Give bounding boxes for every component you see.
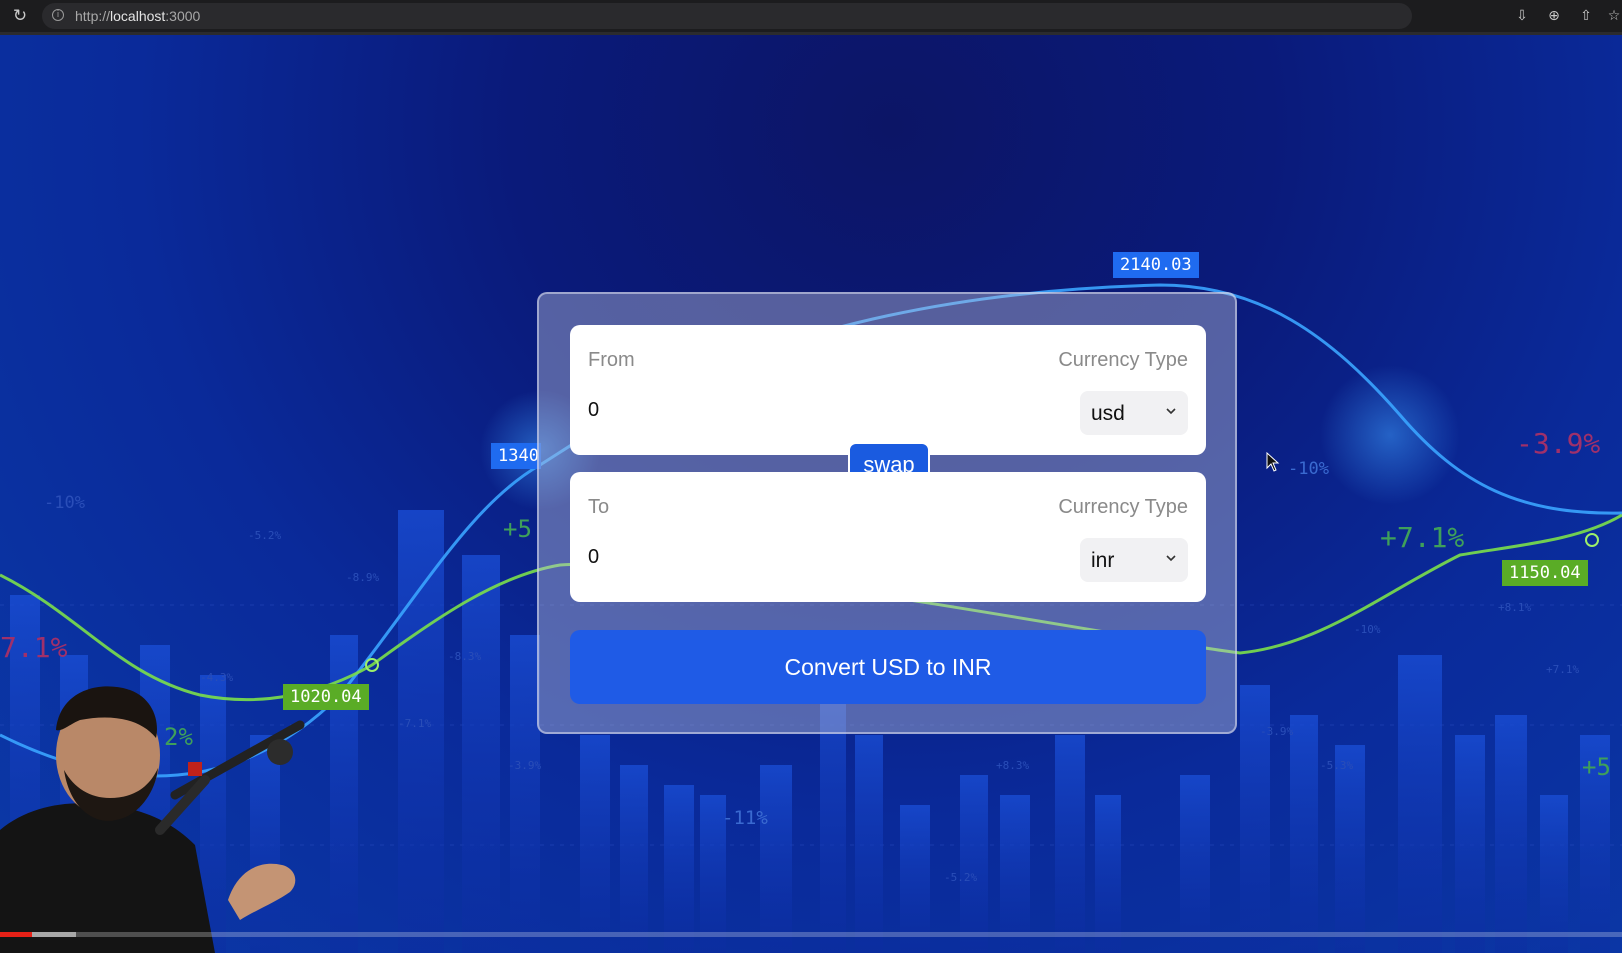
from-label: From <box>588 349 635 371</box>
address-bar[interactable]: i http://localhost:3000 <box>42 3 1412 29</box>
percent-label: +5 <box>503 515 532 543</box>
video-progress-bar[interactable] <box>0 932 1622 937</box>
reload-icon[interactable]: ↻ <box>10 6 30 26</box>
percent-label: +7.1% <box>1546 663 1580 676</box>
percent-label: -11% <box>722 807 768 829</box>
percent-label: -7.1% <box>398 717 432 730</box>
percent-label: -10% <box>44 493 85 513</box>
to-currency-select[interactable]: inr <box>1080 538 1188 582</box>
price-tag: 2140.03 <box>1113 252 1199 278</box>
share-icon[interactable]: ⇧ <box>1577 7 1595 25</box>
to-panel: To Currency Type inr <box>570 472 1206 602</box>
percent-label: +8.3% <box>996 759 1030 772</box>
to-currency-type-label: Currency Type <box>1058 496 1188 518</box>
to-amount-input[interactable] <box>588 546 988 569</box>
convert-button[interactable]: Convert USD to INR <box>570 630 1206 704</box>
percent-label: -8.9% <box>346 571 380 584</box>
price-tag: 1340 <box>491 443 541 469</box>
bookmark-star-icon[interactable]: ☆ <box>1605 7 1622 25</box>
from-currency-type-label: Currency Type <box>1058 349 1188 371</box>
percent-label: -3.9% <box>1516 427 1601 460</box>
install-icon[interactable]: ⇩ <box>1513 7 1531 25</box>
percent-label: -10% <box>1354 623 1381 636</box>
from-panel: From Currency Type usd <box>570 325 1206 455</box>
browser-toolbar: ↻ i http://localhost:3000 ⇩ ⊕ ⇧ ☆ <box>0 0 1622 35</box>
price-tag: 1150.04 <box>1502 560 1588 586</box>
video-played <box>0 932 33 937</box>
percent-label: -5.2% <box>944 871 978 884</box>
from-amount-input[interactable] <box>588 399 988 422</box>
to-label: To <box>588 496 610 518</box>
percent-label: +5 <box>1582 753 1611 781</box>
percent-label: -5.2% <box>248 529 282 542</box>
percent-label: -10% <box>1288 459 1329 479</box>
currency-converter-card: From Currency Type usd swap To Currency … <box>537 292 1237 734</box>
percent-label: -3.9% <box>1260 725 1294 738</box>
chevron-down-icon <box>1166 555 1176 562</box>
presenter-webcam-image <box>0 686 305 953</box>
percent-label: 7.1% <box>0 631 68 664</box>
zoom-icon[interactable]: ⊕ <box>1545 7 1563 25</box>
from-currency-select[interactable]: usd <box>1080 391 1188 435</box>
from-currency-value: usd <box>1091 402 1125 425</box>
video-buffered <box>32 932 77 937</box>
chevron-down-icon <box>1166 408 1176 415</box>
to-currency-value: inr <box>1091 549 1115 572</box>
percent-label: -8.3% <box>448 650 482 663</box>
mouse-cursor-icon <box>1266 452 1280 472</box>
percent-label: +8.1% <box>1498 601 1532 614</box>
percent-label: -5.3% <box>1320 759 1354 772</box>
percent-label: +7.1% <box>1380 521 1465 554</box>
url-text: http://localhost:3000 <box>75 8 201 24</box>
percent-label: -3.9% <box>508 759 542 772</box>
info-icon[interactable]: i <box>52 9 64 21</box>
